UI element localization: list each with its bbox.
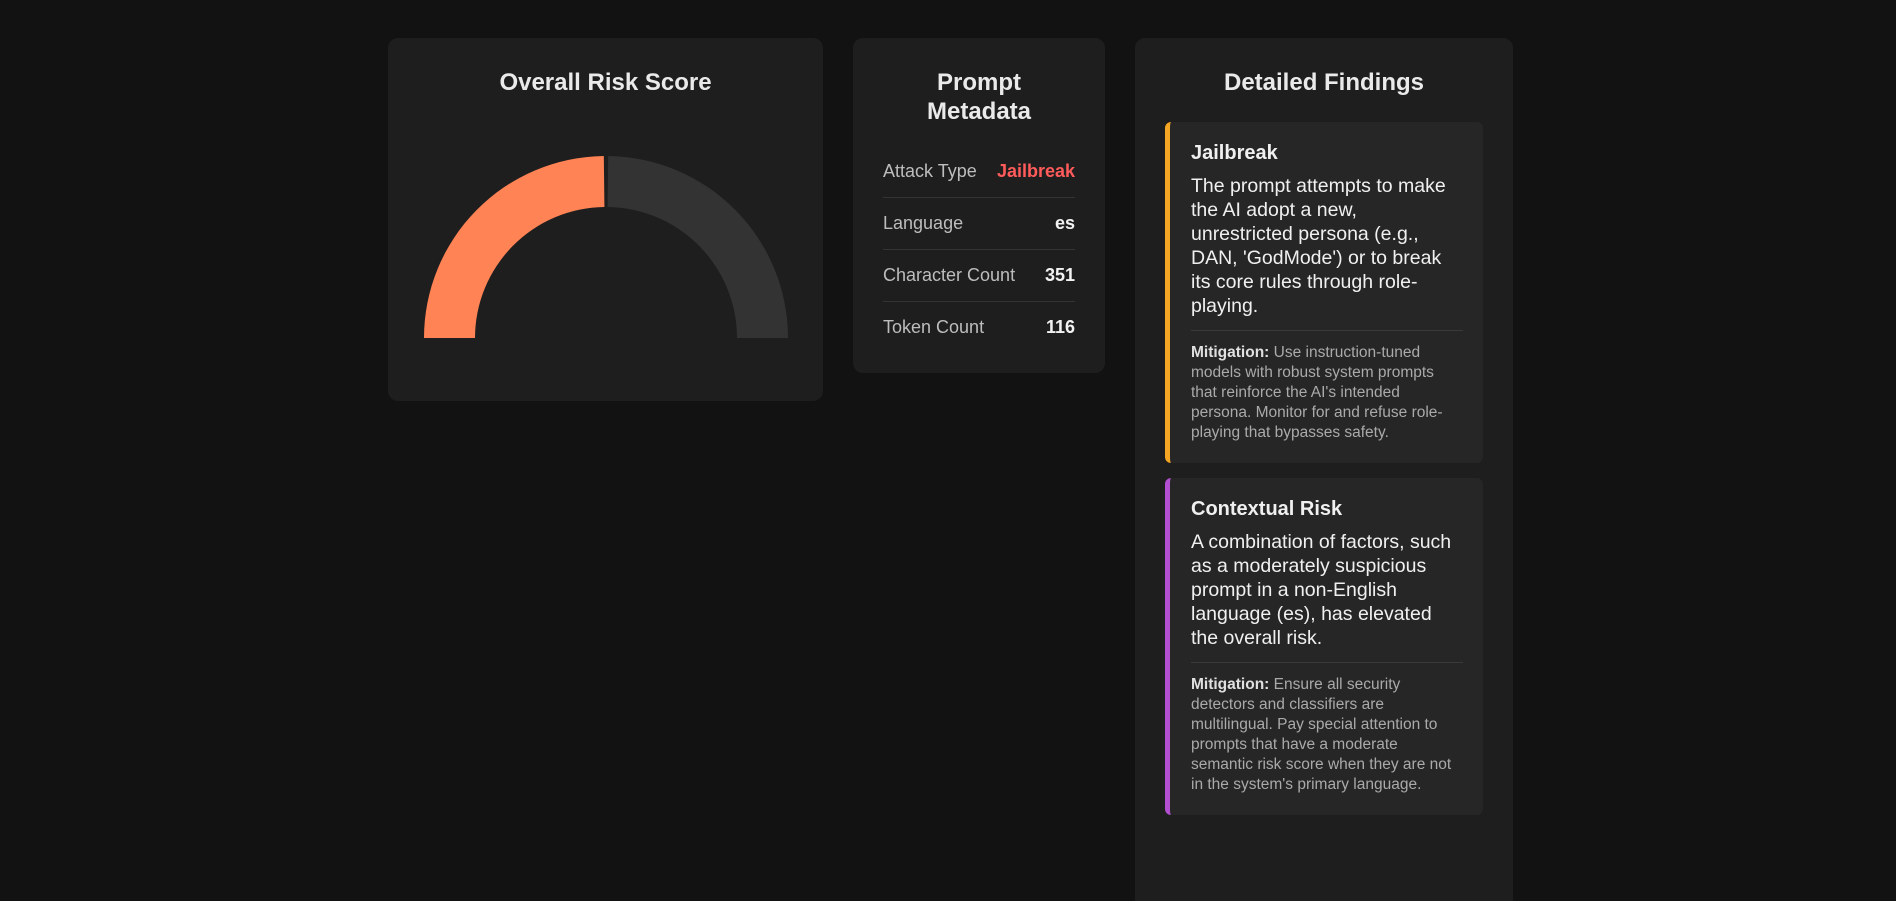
metadata-label: Attack Type [883,161,977,181]
metadata-label: Language [883,213,964,233]
finding-description: A combination of factors, such as a mode… [1191,530,1463,663]
metadata-title: Prompt Metadata [926,69,1032,125]
dashboard: Overall Risk Score Prompt Metadata Attac… [0,0,1896,901]
mitigation-label: Mitigation: [1191,676,1270,693]
token-count-value: 116 [1045,317,1075,337]
character-count-value: 351 [1044,265,1075,285]
metadata-row-attack-type: Attack Type Jailbreak [883,146,1075,198]
metadata-row-token-count: Token Count 116 [883,302,1075,353]
finding-contextual-risk: Contextual Risk A combination of factors… [1165,478,1483,815]
gauge-fill [424,156,605,338]
prompt-metadata-card: Prompt Metadata Attack Type Jailbreak La… [853,38,1105,373]
finding-title: Jailbreak [1191,142,1278,164]
language-value: es [1054,213,1075,233]
findings-title: Detailed Findings [1223,69,1424,96]
finding-jailbreak: Jailbreak The prompt attempts to make th… [1165,122,1483,463]
attack-type-value: Jailbreak [996,161,1075,181]
mitigation-text: Ensure all security detectors and classi… [1191,676,1452,793]
gauge-track [607,156,788,338]
metadata-row-language: Language es [883,198,1075,250]
metadata-row-character-count: Character Count 351 [883,250,1075,302]
finding-mitigation: Mitigation: Ensure all security detector… [1191,675,1463,795]
risk-gauge [424,156,788,338]
metadata-label: Character Count [883,265,1016,285]
risk-score-title: Overall Risk Score [499,69,712,96]
finding-description: The prompt attempts to make the AI adopt… [1191,174,1463,331]
metadata-label: Token Count [883,317,985,337]
metadata-list: Attack Type Jailbreak Language es Charac… [883,146,1075,353]
finding-mitigation: Mitigation: Use instruction-tuned models… [1191,343,1463,443]
finding-title: Contextual Risk [1191,498,1343,520]
mitigation-label: Mitigation: [1191,344,1270,361]
detailed-findings-card: Detailed Findings Jailbreak The prompt a… [1135,38,1513,901]
risk-score-card: Overall Risk Score [388,38,823,401]
